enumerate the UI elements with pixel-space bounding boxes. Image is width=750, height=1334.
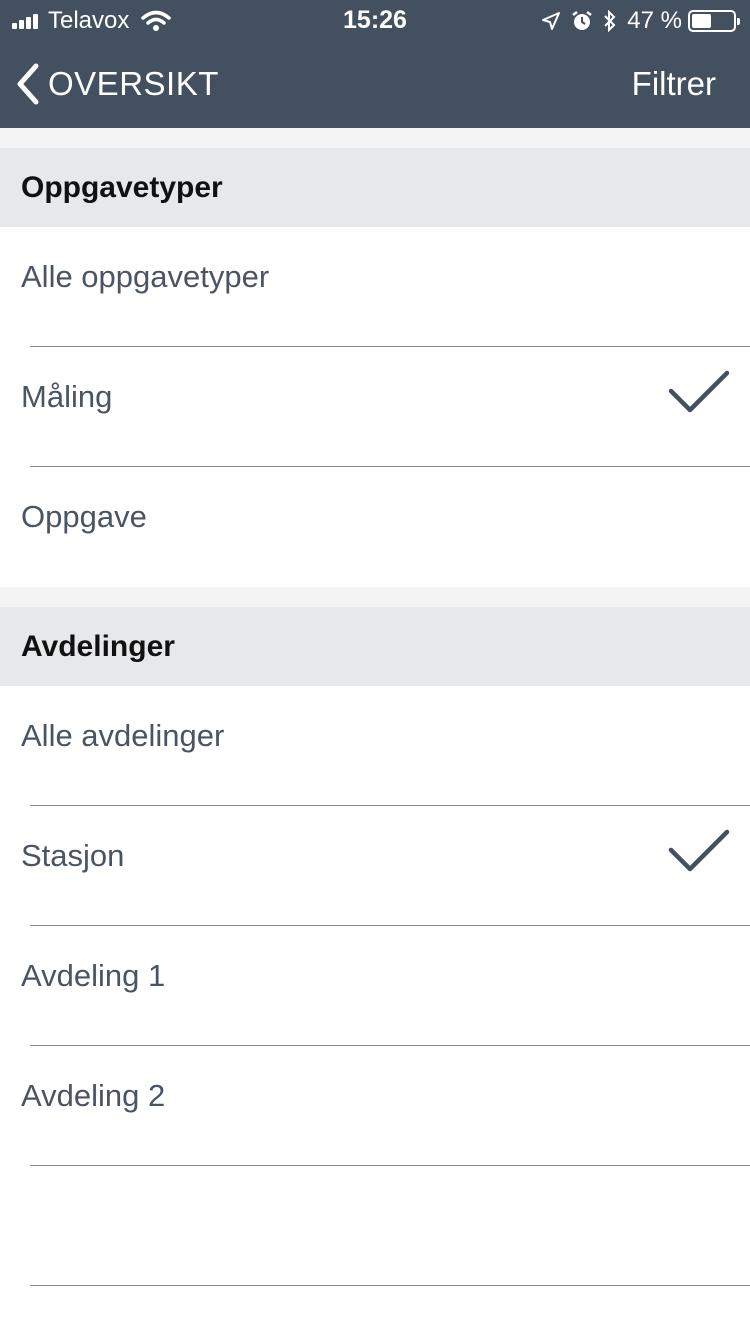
section-spacer	[0, 128, 750, 148]
list-item-label: Avdeling 2	[21, 1078, 166, 1113]
list-item-label: Stasjon	[21, 838, 125, 873]
chevron-left-icon	[17, 63, 39, 105]
list-item-stasjon[interactable]: Stasjon	[0, 806, 750, 926]
status-right: 47 %	[531, 7, 740, 35]
list-item-avdeling-1[interactable]: Avdeling 1	[0, 926, 750, 1046]
list-item-label: Måling	[21, 379, 113, 414]
section-header-oppgavetyper: Oppgavetyper	[0, 148, 750, 227]
section-title: Avdelinger	[21, 629, 175, 663]
section-spacer	[0, 587, 750, 607]
list-item-maling[interactable]: Måling	[0, 347, 750, 467]
list-item-label: Avdeling 1	[21, 958, 166, 993]
back-button[interactable]: OVERSIKT	[16, 62, 219, 106]
location-arrow-icon	[542, 12, 561, 30]
list-item-label: Alle avdelinger	[21, 718, 225, 753]
list-item-label: Oppgave	[21, 499, 147, 534]
filter-button[interactable]: Filtrer	[632, 62, 716, 106]
section-title: Oppgavetyper	[21, 170, 223, 204]
back-button-label: OVERSIKT	[48, 65, 219, 102]
list-item-avdeling-2[interactable]: Avdeling 2	[0, 1046, 750, 1166]
list-item-alle-avdelinger[interactable]: Alle avdelinger	[0, 686, 750, 806]
list-item-label: Alle oppgavetyper	[21, 259, 270, 294]
battery-percentage: 47 %	[627, 7, 682, 34]
list-item-alle-oppgavetyper[interactable]: Alle oppgavetyper	[0, 227, 750, 347]
battery-icon	[688, 10, 740, 32]
alarm-icon	[572, 11, 593, 30]
status-bar: Telavox 15:26 47 %	[0, 0, 750, 40]
section-header-avdelinger: Avdelinger	[0, 607, 750, 686]
checkmark-icon	[668, 829, 730, 872]
checkmark-icon	[668, 370, 730, 413]
bluetooth-icon	[604, 10, 616, 32]
battery-level	[692, 14, 711, 28]
top-bar: Telavox 15:26 47 % OVERSIKT Filtrer	[0, 0, 750, 128]
list-item-oppgave[interactable]: Oppgave	[0, 467, 750, 587]
filter-button-label: Filtrer	[631, 65, 716, 102]
filter-list: Oppgavetyper Alle oppgavetyper Måling Op…	[0, 128, 750, 1334]
list-item-empty[interactable]	[0, 1166, 750, 1286]
